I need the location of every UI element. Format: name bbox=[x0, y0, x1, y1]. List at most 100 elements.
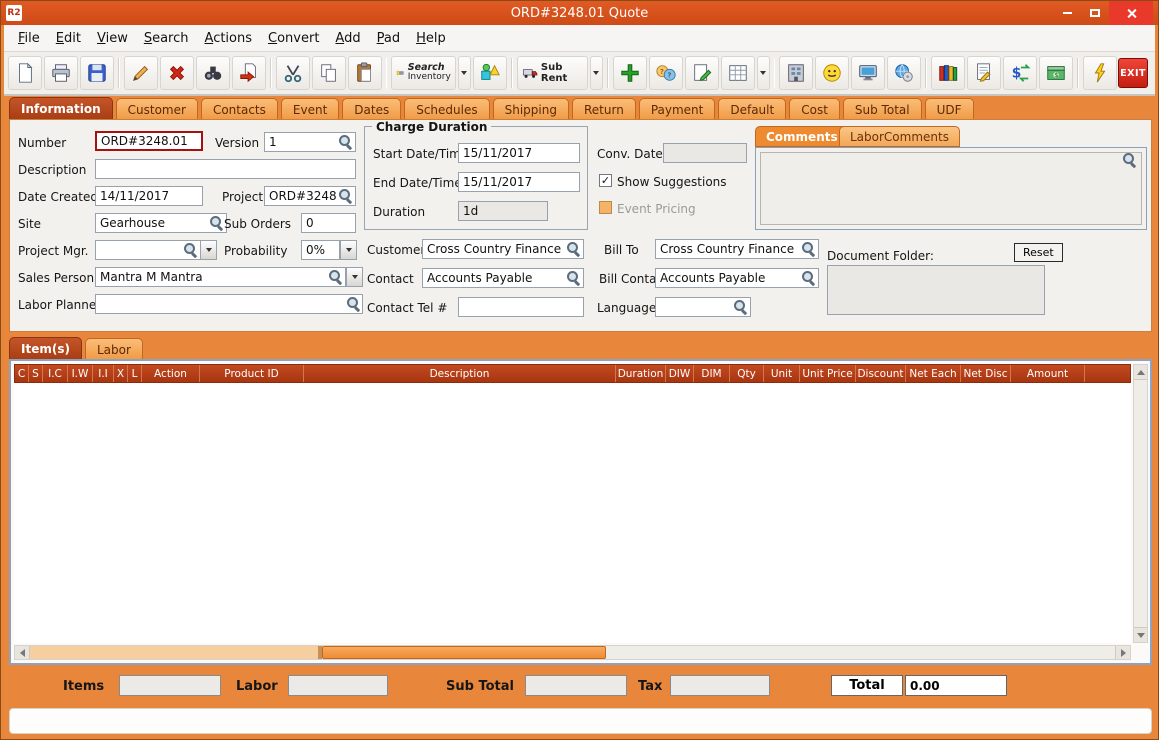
version-search-icon[interactable] bbox=[338, 134, 353, 149]
column-header[interactable]: Amount bbox=[1011, 365, 1085, 382]
document-folder-box[interactable] bbox=[827, 265, 1045, 315]
end-date-field[interactable]: 15/11/2017 bbox=[458, 172, 580, 192]
menu-help[interactable]: Help bbox=[408, 26, 454, 51]
column-header[interactable]: X bbox=[114, 365, 128, 382]
scroll-left-button[interactable] bbox=[15, 646, 30, 659]
scroll-up-button[interactable] bbox=[1134, 365, 1147, 380]
exit-button[interactable]: EXIT bbox=[1118, 58, 1148, 88]
number-field[interactable]: ORD#3248.01 bbox=[95, 131, 203, 151]
tax-field[interactable] bbox=[670, 675, 770, 696]
tab-dates[interactable]: Dates bbox=[342, 98, 401, 120]
contact-field[interactable]: Accounts Payable bbox=[422, 268, 584, 288]
globe-button[interactable] bbox=[887, 56, 921, 90]
menu-file[interactable]: File bbox=[10, 26, 48, 51]
vertical-scrollbar[interactable] bbox=[1133, 364, 1148, 643]
language-search-icon[interactable] bbox=[733, 299, 748, 314]
sub-rent-caret[interactable] bbox=[590, 56, 603, 90]
duration-field[interactable]: 1d bbox=[458, 201, 548, 221]
tab-event[interactable]: Event bbox=[281, 98, 339, 120]
probability-field[interactable]: 0% bbox=[301, 240, 340, 260]
tab-cost[interactable]: Cost bbox=[789, 98, 840, 120]
scroll-down-button[interactable] bbox=[1134, 627, 1147, 642]
tab-default[interactable]: Default bbox=[718, 98, 786, 120]
tab-payment[interactable]: Payment bbox=[639, 98, 716, 120]
tab-schedules[interactable]: Schedules bbox=[404, 98, 489, 120]
project-mgr-dropdown[interactable] bbox=[200, 240, 217, 260]
customer-field[interactable]: Cross Country Finance bbox=[422, 239, 584, 259]
subtotal-field[interactable] bbox=[525, 675, 627, 696]
paste-button[interactable] bbox=[348, 56, 382, 90]
sales-person-search-icon[interactable] bbox=[328, 269, 343, 284]
new-document-button[interactable] bbox=[8, 56, 42, 90]
column-header[interactable]: Duration bbox=[616, 365, 666, 382]
add-button[interactable] bbox=[613, 56, 647, 90]
cut-button[interactable] bbox=[276, 56, 310, 90]
contact-search-icon[interactable] bbox=[566, 270, 581, 285]
menu-add[interactable]: Add bbox=[327, 26, 368, 51]
column-header[interactable]: Action bbox=[142, 365, 200, 382]
tab-udf[interactable]: UDF bbox=[925, 98, 974, 120]
copy-button[interactable] bbox=[312, 56, 346, 90]
customer-search-icon[interactable] bbox=[566, 241, 581, 256]
convert-button[interactable] bbox=[232, 56, 266, 90]
project-mgr-search-icon[interactable] bbox=[183, 242, 198, 257]
column-header[interactable]: L bbox=[128, 365, 142, 382]
smiley-button[interactable] bbox=[815, 56, 849, 90]
description-field[interactable] bbox=[95, 159, 356, 179]
probability-dropdown[interactable] bbox=[340, 240, 357, 260]
items-table-body[interactable] bbox=[14, 383, 1131, 643]
event-pricing-checkbox[interactable] bbox=[599, 201, 612, 214]
hscroll-track[interactable] bbox=[606, 646, 1115, 659]
menu-edit[interactable]: Edit bbox=[48, 26, 89, 51]
hscroll-frozen-track[interactable] bbox=[30, 646, 318, 659]
items-total-field[interactable] bbox=[119, 675, 221, 696]
project-search-icon[interactable] bbox=[338, 188, 353, 203]
scroll-right-button[interactable] bbox=[1115, 646, 1130, 659]
comments-tab[interactable]: Comments bbox=[755, 126, 849, 147]
monitor-button[interactable] bbox=[851, 56, 885, 90]
site-search-icon[interactable] bbox=[209, 215, 224, 230]
total-field[interactable]: 0.00 bbox=[905, 675, 1007, 696]
labor-comments-tab[interactable]: LaborComments bbox=[839, 126, 960, 147]
menu-actions[interactable]: Actions bbox=[197, 26, 261, 51]
tab-sub-total[interactable]: Sub Total bbox=[843, 98, 922, 120]
delete-button[interactable] bbox=[160, 56, 194, 90]
print-button[interactable] bbox=[44, 56, 78, 90]
search-inventory-caret[interactable] bbox=[458, 56, 471, 90]
save-button[interactable] bbox=[80, 56, 114, 90]
note-edit-button[interactable] bbox=[685, 56, 719, 90]
menu-convert[interactable]: Convert bbox=[260, 26, 327, 51]
dollar-transfer-button[interactable]: $ bbox=[1003, 56, 1037, 90]
reset-button[interactable]: Reset bbox=[1014, 243, 1063, 262]
site-field[interactable]: Gearhouse bbox=[95, 213, 227, 233]
tab-return[interactable]: Return bbox=[572, 98, 636, 120]
sign-document-button[interactable] bbox=[967, 56, 1001, 90]
column-header[interactable]: Product ID bbox=[200, 365, 304, 382]
sales-person-dropdown[interactable] bbox=[346, 267, 363, 287]
column-header[interactable]: DIW bbox=[666, 365, 694, 382]
tab-labor[interactable]: Labor bbox=[85, 338, 143, 360]
tab-items[interactable]: Item(s) bbox=[9, 337, 82, 360]
date-created-field[interactable]: 14/11/2017 bbox=[95, 186, 203, 206]
horizontal-scrollbar[interactable] bbox=[14, 645, 1131, 660]
labor-total-field[interactable] bbox=[288, 675, 388, 696]
column-header[interactable]: C bbox=[15, 365, 29, 382]
column-header[interactable]: Unit bbox=[764, 365, 800, 382]
conv-date-field[interactable] bbox=[663, 143, 747, 163]
search-inventory-button[interactable]: SearchInventory bbox=[391, 56, 455, 90]
menu-pad[interactable]: Pad bbox=[369, 26, 408, 51]
column-header[interactable]: Net Each bbox=[906, 365, 961, 382]
tab-contacts[interactable]: Contacts bbox=[201, 98, 278, 120]
books-button[interactable] bbox=[931, 56, 965, 90]
column-header[interactable]: Description bbox=[304, 365, 616, 382]
column-header[interactable]: I.C bbox=[43, 365, 68, 382]
power-button[interactable] bbox=[1083, 56, 1117, 90]
maximize-button[interactable] bbox=[1081, 1, 1109, 25]
menu-search[interactable]: Search bbox=[136, 26, 197, 51]
bill-to-search-icon[interactable] bbox=[801, 241, 816, 256]
sub-rent-button[interactable]: Sub Rent bbox=[517, 56, 588, 90]
find-button[interactable] bbox=[196, 56, 230, 90]
cash-button[interactable]: $ bbox=[1039, 56, 1073, 90]
column-header[interactable]: DIM bbox=[694, 365, 730, 382]
hscroll-thumb[interactable] bbox=[322, 646, 606, 659]
